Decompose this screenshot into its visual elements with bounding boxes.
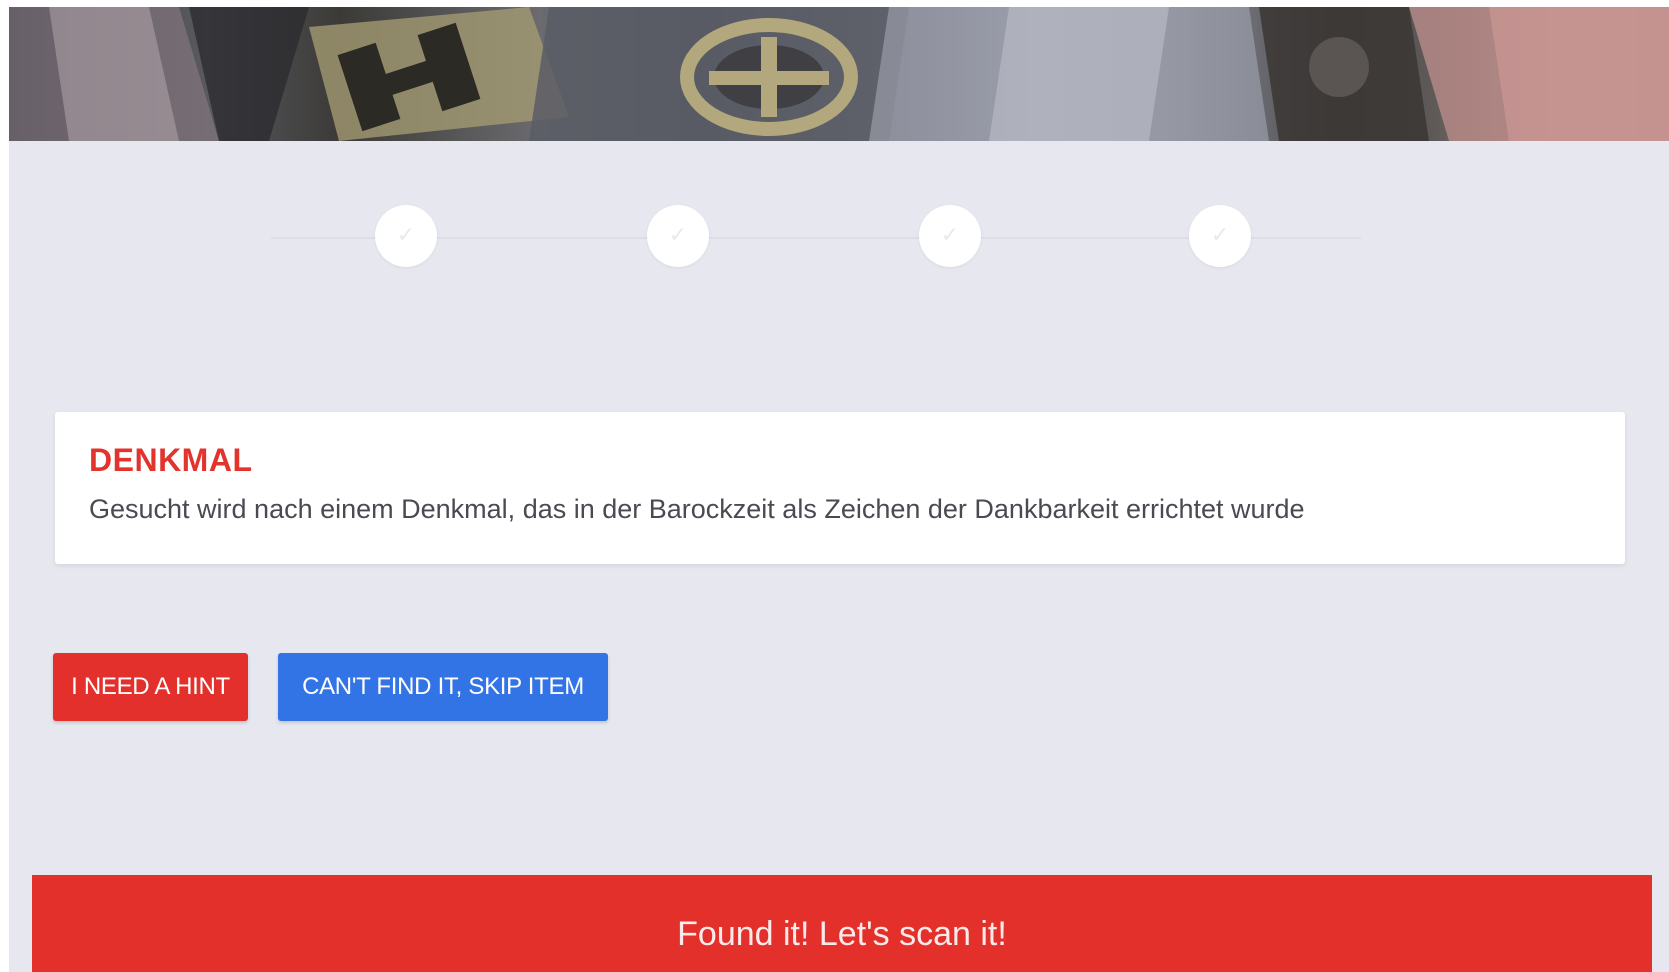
- check-icon: ✓: [940, 223, 960, 248]
- skip-item-button[interactable]: CAN'T FIND IT, SKIP ITEM: [278, 653, 608, 721]
- step-3-completed: ✓: [919, 205, 981, 267]
- step-1-completed: ✓: [375, 205, 437, 267]
- hero-banner-image: [9, 7, 1669, 141]
- app-screen: ✓ ✓ ✓ ✓ DENKMAL Gesucht wird nach einem …: [9, 7, 1669, 972]
- step-4-completed: ✓: [1189, 205, 1251, 267]
- check-icon: ✓: [396, 223, 416, 248]
- progress-stepper: ✓ ✓ ✓ ✓: [271, 205, 1361, 269]
- task-card: DENKMAL Gesucht wird nach einem Denkmal,…: [55, 412, 1625, 564]
- step-2-completed: ✓: [647, 205, 709, 267]
- monument-photo-icon: [9, 7, 1669, 141]
- check-icon: ✓: [668, 223, 688, 248]
- check-icon: ✓: [1210, 223, 1230, 248]
- need-hint-button[interactable]: I NEED A HINT: [53, 653, 248, 721]
- task-description: Gesucht wird nach einem Denkmal, das in …: [89, 494, 1305, 524]
- task-title: DENKMAL: [89, 442, 253, 478]
- found-it-scan-button[interactable]: Found it! Let's scan it!: [32, 875, 1652, 972]
